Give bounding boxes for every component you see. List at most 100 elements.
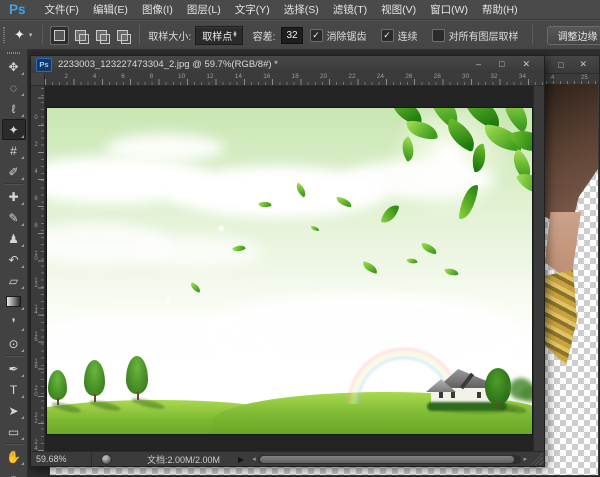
separator [532, 25, 533, 45]
h-ruler-label: 20 [320, 73, 327, 80]
sparkle: ✦ [165, 296, 171, 304]
h-ruler-label: 14 [235, 73, 242, 80]
intersect-with-selection-button[interactable] [113, 26, 132, 45]
zoom-tool[interactable]: ○ [2, 467, 26, 477]
scrollbar-thumb[interactable] [260, 456, 515, 463]
document-size-info: 文档:2.00M/2.00M [147, 453, 220, 466]
scrollbar-track[interactable] [258, 455, 522, 464]
scroll-left-icon[interactable]: ◂ [250, 455, 258, 463]
path-selection-tool[interactable]: ➤ [2, 400, 26, 421]
menu-item-4[interactable]: 文字(Y) [228, 2, 277, 17]
minimize-icon[interactable]: – [476, 59, 481, 70]
new-selection-button[interactable] [50, 26, 69, 45]
flyout-corner-icon [21, 177, 24, 180]
add-to-selection-button[interactable] [71, 26, 90, 45]
status-flyout-icon[interactable]: ▶ [238, 455, 244, 464]
subtract-from-selection-button[interactable] [92, 26, 111, 45]
gradient-tool[interactable] [2, 291, 26, 312]
lasso-tool-icon: ℓ [12, 102, 16, 116]
maximize-icon[interactable]: □ [558, 60, 563, 70]
horizontal-scrollbar[interactable]: ◂ ▸ [250, 454, 529, 465]
selection-mode-group [49, 26, 133, 45]
crop-tool-icon: # [10, 144, 17, 158]
menu-item-8[interactable]: 窗口(W) [423, 2, 475, 17]
menu-item-1[interactable]: 编辑(E) [86, 2, 135, 17]
hand-tool[interactable]: ✋ [2, 446, 26, 467]
anti-alias-label: 消除锯齿 [327, 28, 367, 43]
clone-stamp-tool[interactable]: ♟ [2, 228, 26, 249]
tools-panel-grip[interactable] [7, 52, 20, 54]
horizontal-ruler[interactable]: 0246810121416182022242628303234 [45, 73, 544, 86]
h-ruler-label: 10 [178, 73, 185, 80]
menu-item-7[interactable]: 视图(V) [374, 2, 423, 17]
lasso-tool[interactable]: ℓ [2, 98, 26, 119]
tools-panel: ✥◌ ℓ ✦ # ✐ ✚ ✎ ♟ ↶▱ ❜⊙ ✒ T➤▭ ✋○ [0, 49, 28, 477]
clone-stamp-tool-icon: ♟ [8, 232, 19, 246]
h-ruler-label: 18 [292, 73, 299, 80]
vertical-ruler[interactable]: 024681012141618202224 [31, 86, 45, 451]
menu-item-0[interactable]: 文件(F) [38, 2, 86, 17]
menu-item-2[interactable]: 图像(I) [135, 2, 180, 17]
dodge-tool[interactable]: ⊙ [2, 333, 26, 354]
eraser-tool[interactable]: ▱ [2, 270, 26, 291]
history-brush-tool[interactable]: ↶ [2, 249, 26, 270]
v-ruler-label: 2 [33, 143, 39, 149]
blur-tool[interactable]: ❜ [2, 312, 26, 333]
ruler-corner[interactable] [31, 73, 45, 86]
portrait-scarf [545, 270, 577, 366]
v-ruler-label: 24 [33, 441, 39, 451]
separator [139, 25, 140, 45]
contiguous-option[interactable]: ✓ 连续 [381, 28, 418, 43]
tree-trunk [497, 402, 499, 408]
tool-preset-picker[interactable]: ✦ ▾ [10, 27, 36, 43]
document-titlebar[interactable]: Ps 2233003_123227473304_2.jpg @ 59.7%(RG… [31, 56, 544, 74]
canvas-pasteboard[interactable]: ✦✦✦ [45, 86, 533, 451]
v-ruler-label: 20 [33, 387, 39, 398]
sample-size-label: 取样大小: [148, 28, 191, 43]
options-bar-grip[interactable] [3, 27, 5, 43]
house-window [439, 392, 443, 398]
canvas-image[interactable]: ✦✦✦ [47, 108, 532, 434]
flyout-corner-icon [21, 416, 24, 419]
close-icon[interactable]: ✕ [579, 59, 587, 70]
anti-alias-checkbox[interactable]: ✓ [310, 29, 323, 42]
pen-tool[interactable]: ✒ [2, 358, 26, 379]
shape-tool[interactable]: ▭ [2, 421, 26, 442]
scroll-right-icon[interactable]: ▸ [521, 455, 529, 463]
pen-tool-icon: ✒ [8, 362, 18, 376]
magic-wand-tool[interactable]: ✦ [2, 119, 26, 140]
h-ruler-label: 32 [490, 73, 497, 80]
type-tool[interactable]: T [2, 379, 26, 400]
menu-item-6[interactable]: 滤镜(T) [326, 2, 374, 17]
brush-tool-icon: ✎ [8, 211, 18, 225]
marquee-tool[interactable]: ◌ [2, 77, 26, 98]
chevron-down-icon: ▾ [29, 31, 33, 39]
h-ruler-label: 30 [462, 73, 469, 80]
menu-item-3[interactable]: 图层(L) [180, 2, 228, 17]
crop-tool[interactable]: # [2, 140, 26, 161]
sample-all-layers-checkbox[interactable] [432, 29, 445, 42]
flyout-corner-icon [21, 286, 24, 289]
refine-edge-button[interactable]: 调整边缘 [547, 26, 600, 45]
tolerance-input[interactable]: 32 [281, 27, 302, 44]
resize-grip-icon[interactable] [531, 453, 543, 465]
sample-size-dropdown[interactable]: 取样点 ▲▼ [195, 26, 242, 45]
h-ruler-label: 26 [405, 73, 412, 80]
spot-healing-tool[interactable]: ✚ [2, 186, 26, 207]
zoom-level-field[interactable]: 59.68% [31, 452, 92, 466]
close-icon[interactable]: ✕ [522, 59, 530, 70]
sample-all-layers-option[interactable]: 对所有图层取样 [432, 28, 519, 43]
contiguous-checkbox[interactable]: ✓ [381, 29, 394, 42]
eyedropper-tool[interactable]: ✐ [2, 161, 26, 182]
eyedropper-tool-icon: ✐ [8, 165, 18, 179]
move-tool[interactable]: ✥ [2, 56, 26, 77]
brush-tool[interactable]: ✎ [2, 207, 26, 228]
portrait-skin [545, 212, 581, 282]
anti-alias-option[interactable]: ✓ 消除锯齿 [310, 28, 367, 43]
round-tree [485, 368, 511, 405]
new-selection-icon [54, 30, 65, 41]
document-window: Ps 2233003_123227473304_2.jpg @ 59.7%(RG… [30, 55, 545, 467]
maximize-icon[interactable]: □ [499, 59, 504, 70]
menu-item-9[interactable]: 帮助(H) [475, 2, 525, 17]
menu-item-5[interactable]: 选择(S) [277, 2, 326, 17]
